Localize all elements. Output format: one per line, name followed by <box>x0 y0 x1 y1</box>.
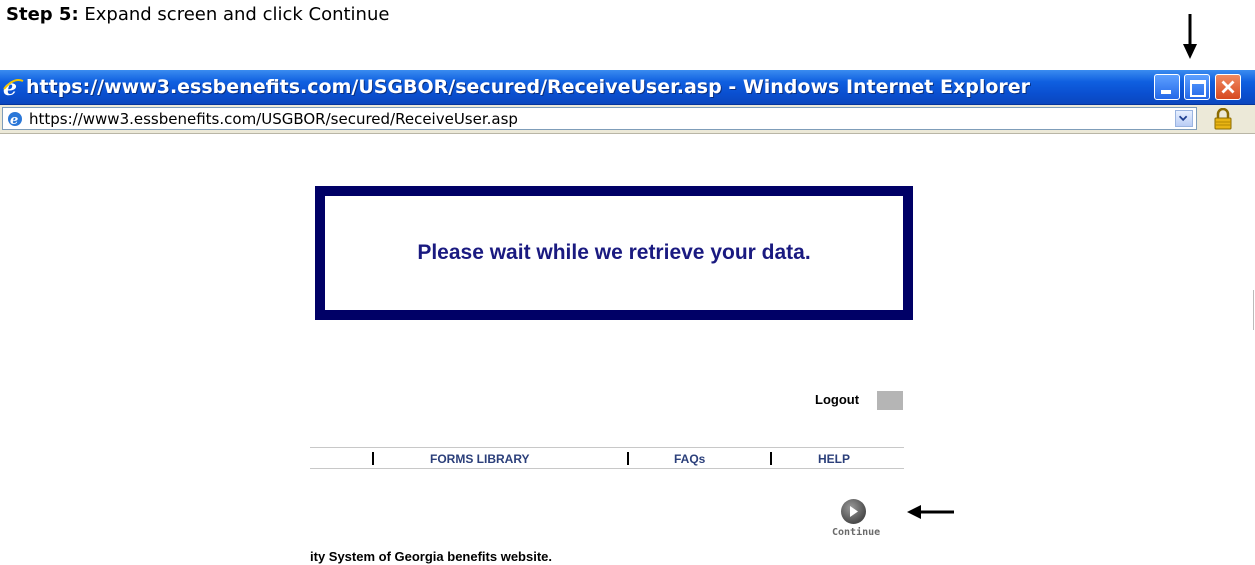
continue-button[interactable]: Continue <box>829 499 889 545</box>
nav-separator <box>770 452 772 465</box>
svg-text:e: e <box>10 113 18 127</box>
address-field[interactable]: e https://www3.essbenefits.com/USGBOR/se… <box>2 107 1197 130</box>
address-bar: e https://www3.essbenefits.com/USGBOR/se… <box>0 105 1255 134</box>
address-dropdown-button[interactable] <box>1175 110 1193 127</box>
nav-help[interactable]: HELP <box>818 452 850 466</box>
step-label: Step 5: <box>6 4 79 25</box>
footer-text: ity System of Georgia benefits website. <box>310 549 553 564</box>
maximize-button[interactable] <box>1184 74 1210 100</box>
arrow-left-icon <box>907 505 954 519</box>
maximize-icon <box>1190 80 1206 97</box>
ie-page-icon: e <box>8 112 22 127</box>
window-title: https://www3.essbenefits.com/USGBOR/secu… <box>26 76 1031 98</box>
close-button[interactable] <box>1215 74 1241 100</box>
logout-link[interactable]: Logout <box>815 392 859 407</box>
close-icon <box>1221 80 1235 94</box>
window-titlebar[interactable]: e https://www3.essbenefits.com/USGBOR/se… <box>0 70 1255 105</box>
wait-message: Please wait while we retrieve your data. <box>417 241 811 264</box>
nav-divider-top <box>310 447 904 448</box>
nav-divider-bottom <box>310 468 904 469</box>
step-caption: Step 5: Expand screen and click Continue <box>6 4 389 25</box>
nav-faqs[interactable]: FAQs <box>674 452 705 466</box>
nav-separator <box>627 452 629 465</box>
arrow-down-icon <box>1183 14 1197 59</box>
continue-label: Continue <box>832 527 881 538</box>
page-edge-line <box>1253 290 1254 330</box>
step-instruction: Expand screen and click Continue <box>84 4 390 25</box>
minimize-icon <box>1161 90 1171 94</box>
minimize-button[interactable] <box>1154 74 1180 100</box>
logout-button[interactable] <box>877 391 903 410</box>
continue-arrow-icon <box>841 499 866 524</box>
wait-message-box: Please wait while we retrieve your data. <box>315 186 913 320</box>
address-url[interactable]: https://www3.essbenefits.com/USGBOR/secu… <box>29 110 518 128</box>
ie-icon: e <box>3 75 24 99</box>
lock-icon[interactable] <box>1212 108 1234 130</box>
nav-separator <box>372 452 374 465</box>
chevron-down-icon <box>1178 115 1188 122</box>
nav-forms-library[interactable]: FORMS LIBRARY <box>430 452 530 466</box>
